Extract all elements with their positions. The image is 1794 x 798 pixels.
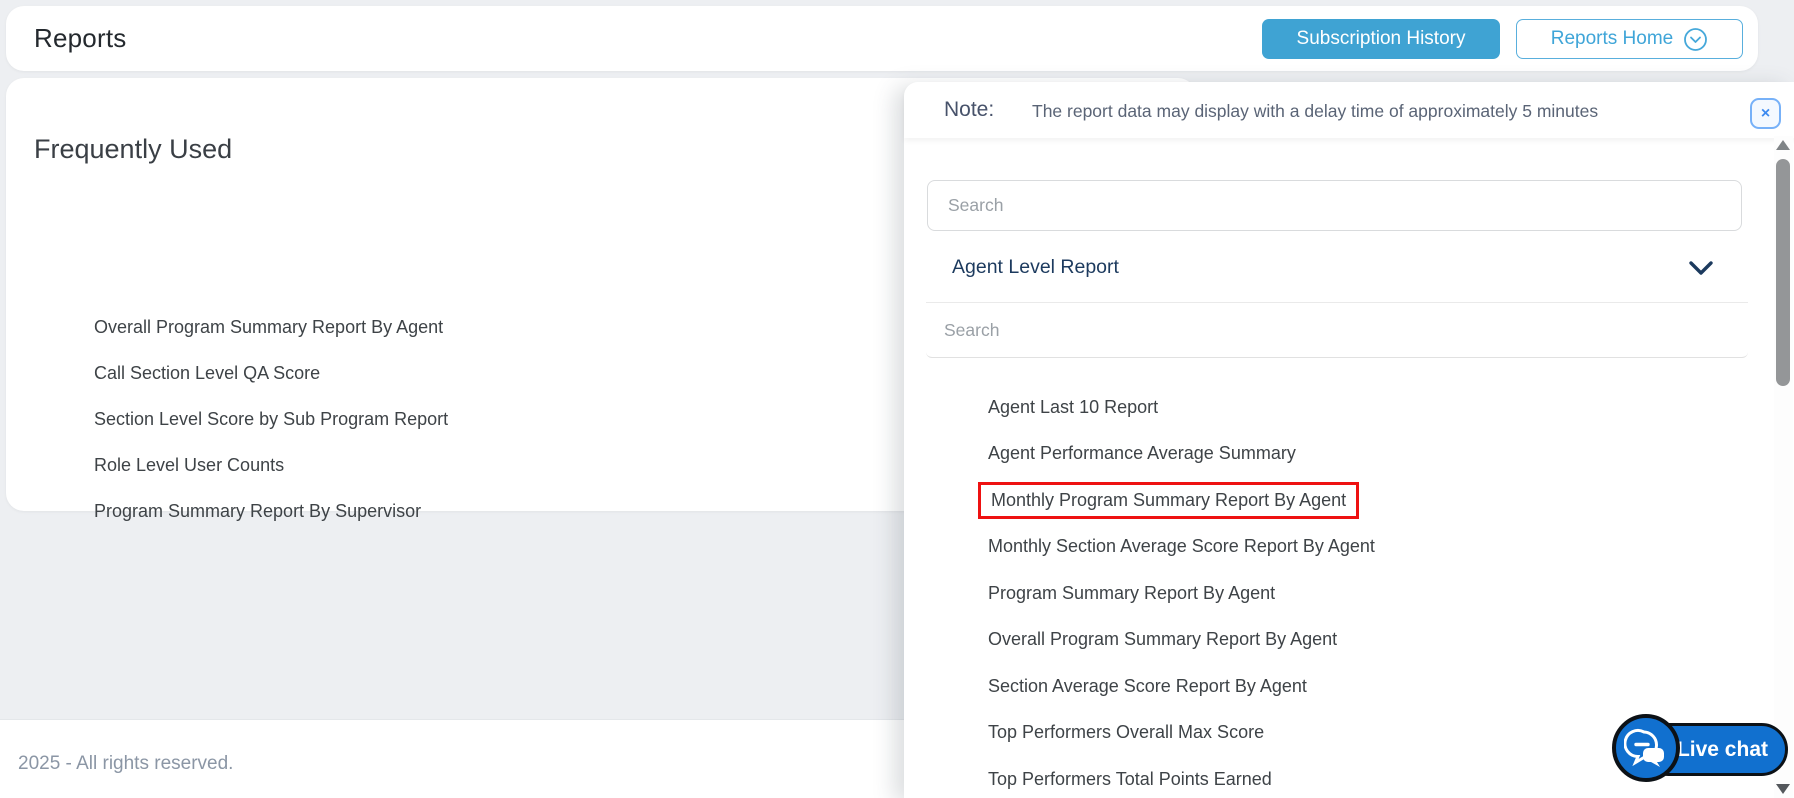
live-chat-icon (1612, 714, 1680, 782)
report-list-item[interactable]: Agent Last 10 Report (988, 384, 1734, 431)
report-item-label: Overall Program Summary Report By Agent (988, 629, 1338, 650)
report-item-label: Agent Performance Average Summary (988, 443, 1296, 464)
report-list-item[interactable]: Agent Performance Average Summary (988, 431, 1734, 478)
live-chat-widget[interactable]: Live chat (1612, 710, 1792, 786)
page-title: Reports (34, 23, 127, 53)
reports-page: Reports Subscription History Reports Hom… (0, 0, 1794, 798)
scroll-up-icon[interactable] (1776, 140, 1790, 150)
report-item-label: Top Performers Overall Max Score (988, 722, 1265, 743)
flyout-scrollbar[interactable] (1774, 136, 1793, 798)
chevron-down-icon (1688, 260, 1714, 283)
scrollbar-thumb[interactable] (1776, 159, 1790, 386)
frequently-used-item-label: Program Summary Report By Supervisor (94, 500, 422, 521)
frequently-used-item-label: Section Level Score by Sub Program Repor… (94, 408, 449, 429)
note-label: Note: (944, 98, 995, 121)
live-chat-label: Live chat (1676, 737, 1768, 761)
subscription-history-button[interactable]: Subscription History (1262, 19, 1500, 59)
report-list-search-input[interactable] (926, 302, 1748, 358)
reports-home-label: Reports Home (1550, 28, 1674, 49)
reports-home-button[interactable]: Reports Home (1516, 19, 1743, 59)
report-item-label: Monthly Program Summary Report By Agent (978, 481, 1360, 519)
category-label: Agent Level Report (952, 256, 1119, 278)
reports-flyout-panel: Note: The report data may display with a… (904, 82, 1794, 798)
report-list-item[interactable]: Program Summary Report By Agent (988, 570, 1734, 617)
close-icon[interactable]: × (1750, 98, 1781, 129)
chevron-down-circle-icon (1683, 27, 1708, 52)
report-item-label: Section Average Score Report By Agent (988, 675, 1307, 696)
report-list-item-highlighted[interactable]: Monthly Program Summary Report By Agent (978, 477, 1734, 524)
report-item-label: Monthly Section Average Score Report By … (988, 536, 1375, 557)
report-list-item[interactable]: Monthly Section Average Score Report By … (988, 524, 1734, 571)
frequently-used-item-label: Overall Program Summary Report By Agent (94, 316, 444, 337)
report-list-item[interactable]: Overall Program Summary Report By Agent (988, 617, 1734, 664)
category-search-input[interactable] (927, 180, 1742, 231)
report-item-label: Agent Last 10 Report (988, 396, 1159, 417)
frequently-used-item-label: Role Level User Counts (94, 454, 285, 475)
frequently-used-item-label: Call Section Level QA Score (94, 362, 321, 383)
report-list-item[interactable]: Section Average Score Report By Agent (988, 663, 1734, 710)
copyright-text: 2025 - All rights reserved. (18, 753, 234, 774)
note-banner: Note: The report data may display with a… (904, 82, 1794, 138)
header-bar: Reports Subscription History Reports Hom… (6, 6, 1758, 71)
frequently-used-title: Frequently Used (34, 134, 233, 164)
report-item-label: Program Summary Report By Agent (988, 582, 1276, 603)
report-item-label: Top Performers Total Points Earned (988, 768, 1272, 789)
note-message: The report data may display with a delay… (1032, 101, 1599, 121)
category-dropdown-agent-level-report[interactable]: Agent Level Report (904, 245, 1764, 293)
